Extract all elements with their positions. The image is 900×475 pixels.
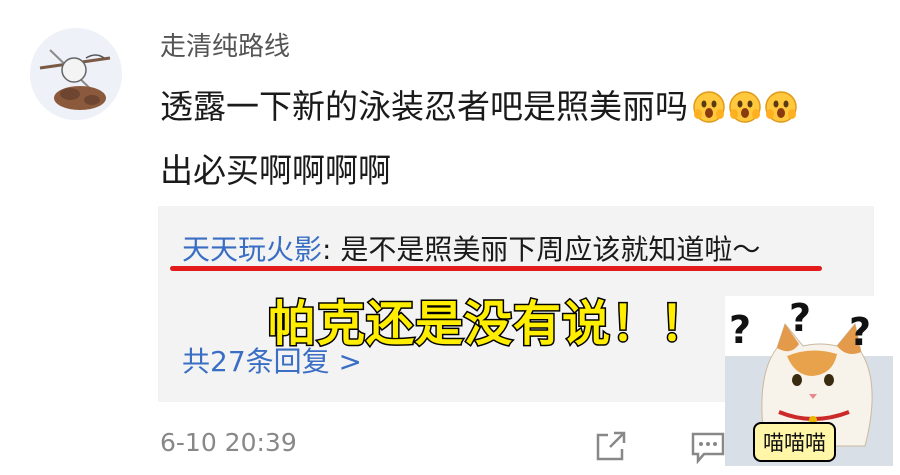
surprised-face-icon [692, 84, 726, 142]
meme-caption: 喵喵喵 [753, 422, 836, 462]
reply-author[interactable]: 天天玩火影 [182, 233, 322, 266]
reply-separator: : [322, 233, 341, 266]
overlay-caption: 帕克还是没有说！！ [266, 295, 710, 354]
avatar-ninja-icon [30, 28, 122, 120]
emoji-group [692, 84, 800, 142]
reply-text: 是不是照美丽下周应该就知道啦～ [340, 233, 761, 266]
red-highlight-underline [170, 266, 822, 271]
question-mark: ? [849, 310, 872, 354]
comment-timestamp: 6-10 20:39 [160, 428, 297, 457]
surprised-face-icon [728, 84, 762, 142]
surprised-face-icon [764, 84, 798, 142]
comment-body: 透露一下新的泳装忍者吧是照美丽吗 出必买啊啊啊啊 [160, 78, 880, 200]
comment-icon[interactable] [690, 430, 726, 468]
avatar[interactable] [30, 28, 122, 120]
question-mark: ? [789, 296, 812, 340]
share-icon[interactable] [594, 430, 628, 466]
comment-text: 透露一下新的泳装忍者吧是照美丽吗 [160, 87, 688, 126]
username[interactable]: 走清纯路线 [160, 26, 290, 63]
comment-text-line2: 出必买啊啊啊啊 [160, 151, 391, 190]
question-mark: ? [729, 308, 752, 352]
cat-meme-sticker: ? ? ? 喵喵喵 [725, 296, 893, 466]
